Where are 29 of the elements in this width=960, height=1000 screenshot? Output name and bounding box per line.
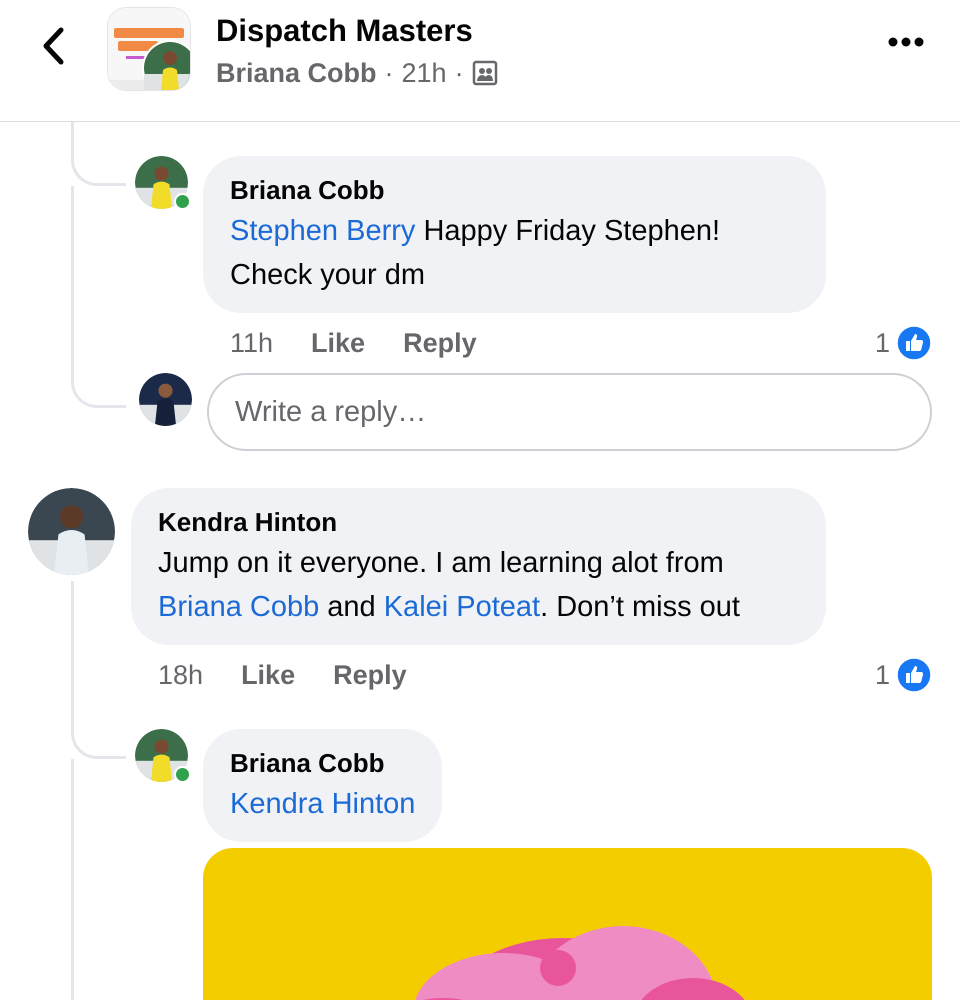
post-author[interactable]: Briana Cobb — [216, 56, 377, 90]
action-link[interactable]: Like — [241, 660, 296, 690]
group-title[interactable]: Dispatch Masters — [216, 12, 473, 50]
online-indicator — [174, 766, 191, 783]
group-audience-icon — [472, 60, 498, 86]
reaction-count: 1 — [874, 660, 890, 690]
mention-link[interactable]: Stephen Berry — [230, 215, 416, 247]
reaction-count: 1 — [874, 328, 890, 358]
reply-field[interactable]: Write a reply… — [207, 373, 932, 451]
action-link[interactable]: Like — [311, 328, 366, 358]
like-icon[interactable] — [896, 325, 932, 361]
comment-text: Jump on it everyone. I am learning alot from Briana Cobb and Kalei Poteat. Don’t miss out — [158, 546, 741, 625]
author-name[interactable]: Briana Cobb — [230, 173, 385, 207]
separator-dot: · — [384, 57, 394, 90]
mention-link[interactable]: Kalei Poteat — [384, 591, 540, 623]
comment-text: Stephen Berry Happy Friday Stephen! Check your dm — [230, 214, 722, 293]
comment-time: 11h — [230, 328, 274, 358]
mention-link[interactable]: Briana Cobb — [158, 591, 320, 623]
author-name[interactable]: Briana Cobb — [230, 746, 385, 780]
post-time: 21h — [402, 57, 447, 90]
separator-dot: · — [454, 57, 464, 90]
action-link[interactable]: Reply — [403, 328, 477, 358]
more-icon[interactable] — [888, 36, 924, 48]
like-icon[interactable] — [896, 657, 932, 693]
mention-link[interactable]: Kendra Hinton — [230, 788, 416, 820]
action-link[interactable]: Reply — [333, 660, 407, 690]
comment-time: 18h — [158, 660, 204, 690]
author-name[interactable]: Kendra Hinton — [158, 505, 338, 539]
online-indicator — [174, 193, 191, 210]
